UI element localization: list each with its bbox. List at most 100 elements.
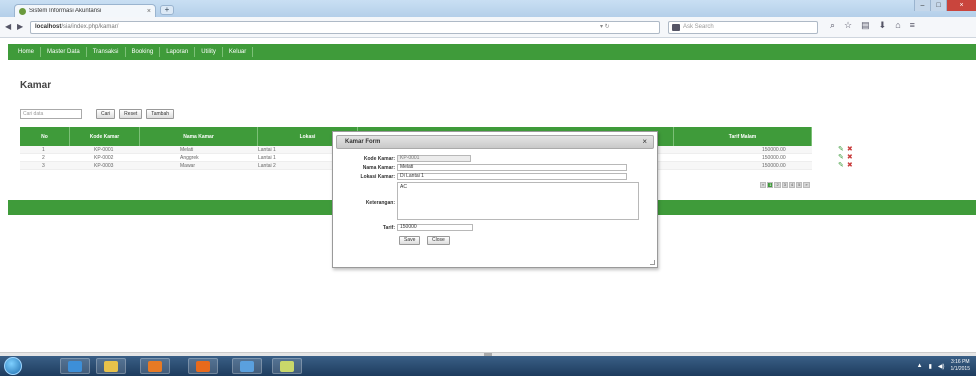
menu-item-transaksi[interactable]: Transaksi: [87, 47, 126, 57]
kode-label: Kode Kamar:: [363, 156, 395, 162]
page-button[interactable]: 4: [788, 182, 796, 188]
bookmark-star-icon[interactable]: ☆: [844, 20, 852, 31]
media-player-icon: [148, 361, 162, 372]
taskbar-app[interactable]: [232, 358, 262, 374]
firefox-icon: [196, 361, 210, 372]
column-header-no: No: [20, 127, 70, 146]
delete-icon[interactable]: ✖: [847, 146, 853, 153]
clock-time: 3:16 PM: [950, 359, 970, 365]
cell-kode: KP-0003: [94, 163, 114, 169]
page-button[interactable]: 3: [781, 182, 788, 188]
lokasi-label: Lokasi Kamar:: [360, 174, 395, 180]
cell-tarif: 150000.00: [762, 155, 786, 161]
back-arrow-icon[interactable]: ◀: [5, 22, 11, 31]
window-close-button[interactable]: ×: [946, 0, 976, 11]
forward-arrow-icon[interactable]: ▶: [17, 22, 23, 31]
editor-icon: [280, 361, 294, 372]
main-menu: Home Master Data Transaksi Booking Lapor…: [8, 44, 976, 60]
clock[interactable]: 3:16 PM 1/1/2015: [951, 359, 970, 373]
cell-tarif: 150000.00: [762, 147, 786, 153]
menu-item-utility[interactable]: Utility: [195, 47, 223, 57]
menu-item-laporan[interactable]: Laporan: [160, 47, 196, 57]
minimize-button[interactable]: –: [914, 0, 930, 11]
dialog-close-icon[interactable]: ×: [642, 137, 647, 146]
menu-icon[interactable]: ≡: [910, 20, 915, 31]
column-header-kode: Kode Kamar: [70, 127, 140, 146]
browser-search-input[interactable]: Ask Search: [668, 21, 818, 34]
kode-field[interactable]: KP-0001: [397, 155, 471, 162]
browser-tab-strip: Sistem Informasi Akuntansi × + – □ ×: [0, 0, 976, 17]
cell-tarif: 150000.00: [762, 163, 786, 169]
browser-tab[interactable]: Sistem Informasi Akuntansi ×: [14, 4, 156, 17]
delete-icon[interactable]: ✖: [847, 162, 853, 169]
menu-item-master-data[interactable]: Master Data: [41, 47, 87, 57]
add-button[interactable]: Tambah: [146, 109, 175, 119]
nama-field[interactable]: Melati: [397, 164, 627, 171]
edit-pencil-icon[interactable]: ✎: [838, 162, 844, 169]
search-icon[interactable]: ⌕: [830, 20, 835, 31]
taskbar-media[interactable]: [140, 358, 170, 374]
home-icon[interactable]: ⌂: [895, 20, 900, 31]
cell-lokasi: Lantai 2: [258, 163, 276, 169]
page-next-button[interactable]: »: [803, 182, 810, 188]
tab-close-icon[interactable]: ×: [147, 8, 151, 15]
taskbar-editor[interactable]: [272, 358, 302, 374]
menu-item-keluar[interactable]: Keluar: [223, 47, 254, 57]
maximize-button[interactable]: □: [930, 0, 946, 11]
keterangan-label: Keterangan:: [365, 200, 395, 206]
taskbar-explorer[interactable]: [96, 358, 126, 374]
cell-nama: Melati: [180, 147, 194, 153]
search-input[interactable]: Cari data: [20, 109, 82, 119]
address-bar[interactable]: localhost/sia/index.php/kamar/: [30, 21, 660, 34]
resize-grip-icon[interactable]: [650, 260, 655, 265]
menu-item-booking[interactable]: Booking: [126, 47, 161, 57]
page-title: Kamar: [20, 80, 52, 91]
site-favicon-icon: [19, 7, 26, 15]
lokasi-field[interactable]: Di Lantai 1: [397, 173, 627, 180]
edit-pencil-icon[interactable]: ✎: [838, 154, 844, 161]
search-button[interactable]: Cari: [96, 109, 116, 119]
reload-icon[interactable]: ▾ ↻: [600, 23, 610, 30]
tarif-field[interactable]: 150000: [397, 224, 473, 231]
window-controls: – □ ×: [914, 0, 976, 11]
edit-pencil-icon[interactable]: ✎: [838, 146, 844, 153]
tab-title: Sistem Informasi Akuntansi: [29, 8, 102, 14]
download-icon[interactable]: ⬇: [879, 20, 887, 31]
taskbar-ie[interactable]: [60, 358, 90, 374]
network-icon[interactable]: ▮: [929, 363, 932, 370]
tarif-label: Tarif:: [382, 225, 395, 231]
page-button[interactable]: 5: [796, 182, 803, 188]
bookmarks-list-icon[interactable]: ▤: [861, 20, 870, 31]
page-prev-button[interactable]: «: [760, 182, 767, 188]
cell-no: 1: [42, 147, 45, 153]
delete-icon[interactable]: ✖: [847, 154, 853, 161]
reset-button[interactable]: Reset: [119, 109, 143, 119]
row-actions: ✎ ✖: [838, 162, 853, 170]
page-button[interactable]: 1: [767, 182, 774, 188]
keterangan-textarea[interactable]: AC: [397, 182, 639, 220]
cell-nama: Anggrek: [180, 155, 199, 161]
toolbar-icons: ⌕ ☆ ▤ ⬇ ⌂ ≡: [830, 20, 915, 31]
search-engine-icon: [672, 24, 680, 31]
menu-item-home[interactable]: Home: [12, 47, 42, 57]
internet-explorer-icon: [68, 361, 82, 372]
start-button[interactable]: [4, 357, 22, 375]
volume-icon[interactable]: ◀): [938, 363, 945, 370]
page-button[interactable]: 2: [774, 182, 781, 188]
close-button[interactable]: Close: [427, 236, 450, 245]
dialog-titlebar[interactable]: Kamar Form ×: [336, 135, 654, 149]
app-icon: [240, 361, 254, 372]
nama-label: Nama Kamar:: [362, 165, 395, 171]
save-button[interactable]: Save: [399, 236, 421, 245]
clock-date: 1/1/2015: [950, 366, 970, 372]
column-header-tarif: Tarif Malam: [674, 127, 812, 146]
folder-icon: [104, 361, 118, 372]
new-tab-button[interactable]: +: [160, 5, 174, 15]
cell-lokasi: Lantai 1: [258, 147, 276, 153]
column-header-nama: Nama Kamar: [140, 127, 258, 146]
tray-arrow-icon[interactable]: ▲: [917, 363, 923, 369]
cell-lokasi: Lantai 1: [258, 155, 276, 161]
taskbar-firefox[interactable]: [188, 358, 218, 374]
cell-no: 2: [42, 155, 45, 161]
dialog-title: Kamar Form: [345, 139, 381, 145]
